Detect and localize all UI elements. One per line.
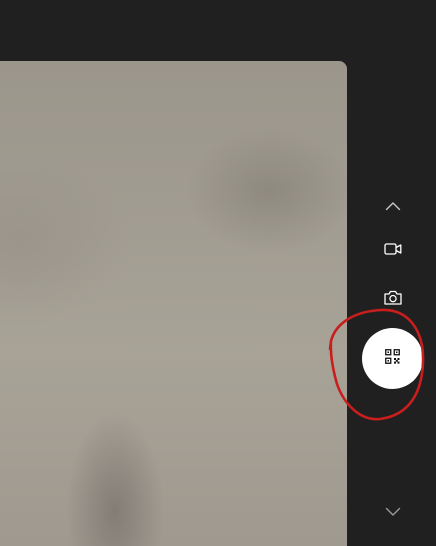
scroll-down-button[interactable] (377, 496, 409, 528)
qr-code-icon (385, 348, 400, 369)
camera-viewfinder (0, 61, 347, 546)
scroll-up-button[interactable] (377, 190, 409, 222)
qr-scan-mode-button[interactable] (362, 328, 423, 389)
video-mode-button[interactable] (377, 233, 409, 265)
camera-icon (384, 290, 402, 305)
photo-mode-button[interactable] (377, 281, 409, 313)
camera-app (0, 0, 436, 546)
camera-mode-sidebar (347, 0, 436, 546)
chevron-down-icon (385, 507, 401, 517)
video-camera-icon (384, 242, 402, 256)
chevron-up-icon (385, 201, 401, 211)
